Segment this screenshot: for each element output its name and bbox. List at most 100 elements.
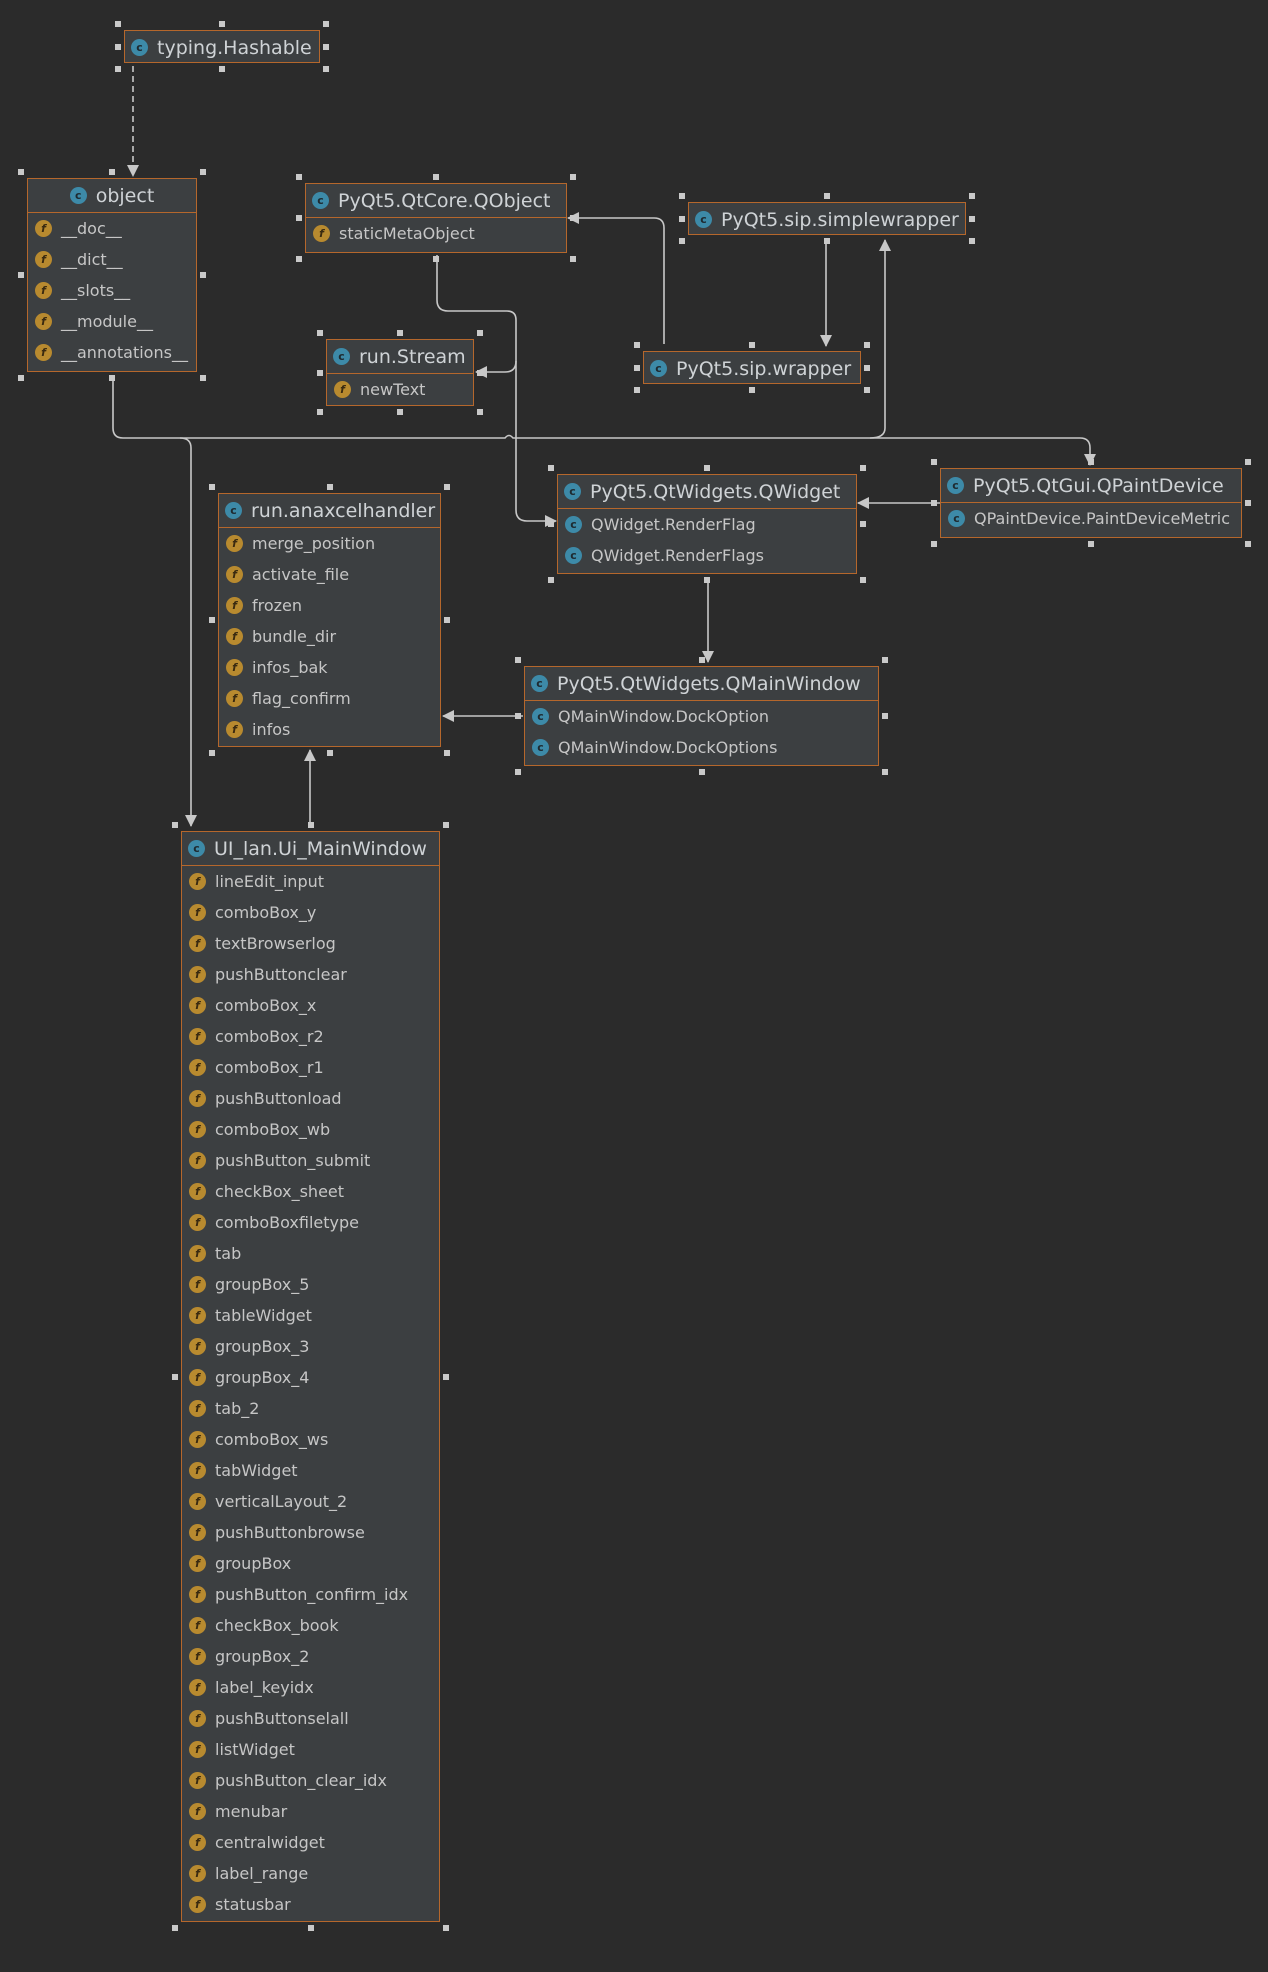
field-row[interactable]: f comboBoxfiletype	[182, 1207, 439, 1238]
resize-handle[interactable]	[115, 66, 121, 72]
resize-handle[interactable]	[704, 577, 710, 583]
resize-handle[interactable]	[172, 822, 178, 828]
nested-class-row[interactable]: c QWidget.RenderFlags	[558, 540, 856, 571]
class-box-ui-mainwindow[interactable]: c UI_lan.Ui_MainWindow f lineEdit_input f c…	[181, 831, 440, 1922]
resize-handle[interactable]	[679, 193, 685, 199]
nested-class-row[interactable]: c QMainWindow.DockOption	[525, 701, 878, 732]
resize-handle[interactable]	[18, 169, 24, 175]
field-row[interactable]: f staticMetaObject	[306, 218, 566, 249]
field-row[interactable]: f menubar	[182, 1796, 439, 1827]
resize-handle[interactable]	[219, 66, 225, 72]
field-row[interactable]: f pushButtonbrowse	[182, 1517, 439, 1548]
resize-handle[interactable]	[882, 769, 888, 775]
resize-handle[interactable]	[1245, 541, 1251, 547]
resize-handle[interactable]	[698, 657, 705, 663]
resize-handle[interactable]	[1245, 459, 1251, 465]
field-row[interactable]: f pushButton_confirm_idx	[182, 1579, 439, 1610]
nested-class-row[interactable]: c QWidget.RenderFlag	[558, 509, 856, 540]
resize-handle[interactable]	[882, 657, 888, 663]
resize-handle[interactable]	[969, 215, 975, 222]
field-row[interactable]: f groupBox_2	[182, 1641, 439, 1672]
resize-handle[interactable]	[634, 387, 640, 393]
class-box-qobject[interactable]: c PyQt5.QtCore.QObject f staticMetaObject	[305, 183, 567, 253]
field-row[interactable]: f comboBox_r2	[182, 1021, 439, 1052]
resize-handle[interactable]	[323, 43, 329, 50]
resize-handle[interactable]	[548, 465, 554, 471]
resize-handle[interactable]	[307, 822, 314, 828]
resize-handle[interactable]	[433, 256, 439, 262]
resize-handle[interactable]	[326, 750, 333, 756]
resize-handle[interactable]	[296, 215, 302, 221]
resize-handle[interactable]	[860, 521, 866, 527]
field-row[interactable]: f infos	[219, 714, 440, 745]
field-row[interactable]: f verticalLayout_2	[182, 1486, 439, 1517]
field-row[interactable]: f __module__	[28, 306, 196, 337]
field-row[interactable]: f tableWidget	[182, 1300, 439, 1331]
resize-handle[interactable]	[317, 330, 323, 336]
resize-handle[interactable]	[115, 21, 121, 27]
field-row[interactable]: f pushButtonload	[182, 1083, 439, 1114]
resize-handle[interactable]	[443, 822, 449, 828]
field-row[interactable]: f pushButtonclear	[182, 959, 439, 990]
resize-handle[interactable]	[18, 272, 24, 278]
resize-handle[interactable]	[326, 484, 333, 490]
field-row[interactable]: f pushButton_clear_idx	[182, 1765, 439, 1796]
field-row[interactable]: f groupBox_5	[182, 1269, 439, 1300]
resize-handle[interactable]	[969, 238, 975, 244]
resize-handle[interactable]	[219, 21, 225, 27]
resize-handle[interactable]	[444, 484, 450, 490]
field-row[interactable]: f pushButtonselall	[182, 1703, 439, 1734]
resize-handle[interactable]	[704, 465, 710, 471]
resize-handle[interactable]	[931, 541, 937, 547]
resize-handle[interactable]	[679, 215, 685, 222]
field-row[interactable]: f listWidget	[182, 1734, 439, 1765]
resize-handle[interactable]	[515, 713, 521, 719]
resize-handle[interactable]	[864, 387, 870, 393]
resize-handle[interactable]	[1245, 500, 1251, 506]
field-row[interactable]: f comboBox_ws	[182, 1424, 439, 1455]
field-row[interactable]: f merge_position	[219, 528, 440, 559]
field-row[interactable]: f __slots__	[28, 275, 196, 306]
field-row[interactable]: f groupBox_3	[182, 1331, 439, 1362]
class-box-anaxcelhandler[interactable]: c run.anaxcelhandler f merge_position f ac…	[218, 493, 441, 747]
field-row[interactable]: f __doc__	[28, 213, 196, 244]
class-box-qmainwindow[interactable]: c PyQt5.QtWidgets.QMainWindow c QMainWind…	[524, 666, 879, 766]
resize-handle[interactable]	[1088, 541, 1094, 547]
class-box-run-stream[interactable]: c run.Stream f newText	[326, 339, 474, 406]
resize-handle[interactable]	[515, 657, 521, 663]
resize-handle[interactable]	[109, 375, 115, 381]
resize-handle[interactable]	[477, 330, 483, 336]
field-row[interactable]: f statusbar	[182, 1889, 439, 1920]
field-row[interactable]: f activate_file	[219, 559, 440, 590]
field-row[interactable]: f newText	[327, 374, 473, 405]
resize-handle[interactable]	[969, 193, 975, 199]
field-row[interactable]: f frozen	[219, 590, 440, 621]
resize-handle[interactable]	[634, 364, 640, 371]
resize-handle[interactable]	[109, 169, 115, 175]
field-row[interactable]: f checkBox_sheet	[182, 1176, 439, 1207]
class-box-qwidget[interactable]: c PyQt5.QtWidgets.QWidget c QWidget.Rende…	[557, 474, 857, 574]
resize-handle[interactable]	[200, 169, 206, 175]
resize-handle[interactable]	[115, 43, 121, 50]
resize-handle[interactable]	[1088, 459, 1094, 465]
resize-handle[interactable]	[296, 174, 302, 180]
resize-handle[interactable]	[172, 1373, 178, 1380]
field-row[interactable]: f bundle_dir	[219, 621, 440, 652]
resize-handle[interactable]	[824, 238, 830, 244]
resize-handle[interactable]	[634, 342, 640, 348]
resize-handle[interactable]	[323, 21, 329, 27]
resize-handle[interactable]	[860, 465, 866, 471]
resize-handle[interactable]	[749, 342, 755, 348]
resize-handle[interactable]	[200, 272, 206, 278]
resize-handle[interactable]	[548, 577, 554, 583]
nested-class-row[interactable]: c QMainWindow.DockOptions	[525, 732, 878, 763]
field-row[interactable]: f flag_confirm	[219, 683, 440, 714]
resize-handle[interactable]	[444, 750, 450, 756]
class-box-object[interactable]: c object f __doc__ f __dict__ f __slots__ f…	[27, 178, 197, 372]
field-row[interactable]: f groupBox_4	[182, 1362, 439, 1393]
class-box-wrapper[interactable]: c PyQt5.sip.wrapper	[643, 351, 861, 384]
field-row[interactable]: f checkBox_book	[182, 1610, 439, 1641]
resize-handle[interactable]	[882, 713, 888, 719]
field-row[interactable]: f label_range	[182, 1858, 439, 1889]
diagram-canvas[interactable]: c typing.Hashable c object f __doc__ f __d…	[0, 0, 1268, 1972]
